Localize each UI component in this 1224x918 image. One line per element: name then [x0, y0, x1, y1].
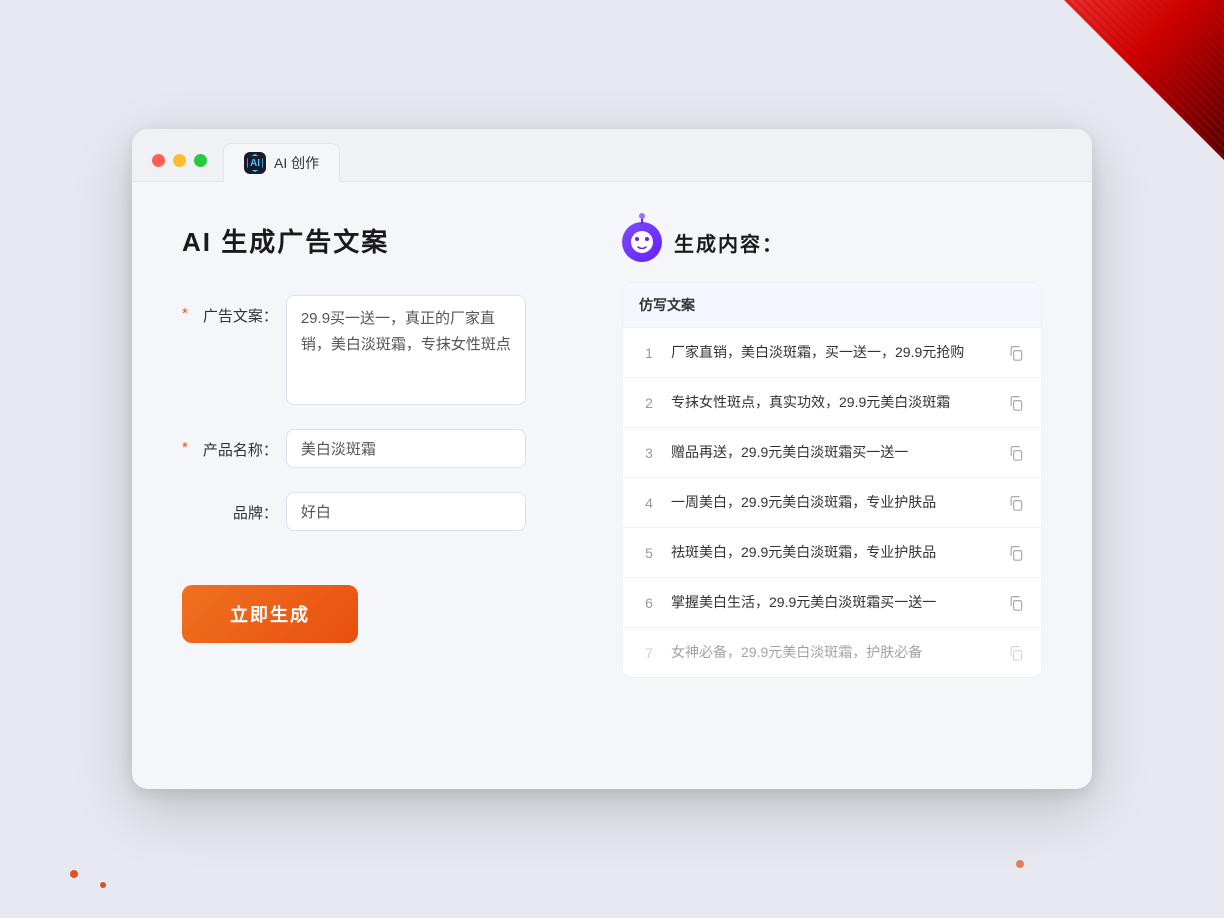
copy-icon[interactable] — [1007, 644, 1025, 662]
results-body: 1 厂家直销，美白淡斑霜，买一送一，29.9元抢购 2 专抹女性斑点，真实功效，29.… — [623, 328, 1041, 677]
result-row: 6 掌握美白生活，29.9元美白淡斑霜买一送一 — [623, 578, 1041, 628]
browser-tab[interactable]: AI AI 创作 — [223, 143, 340, 182]
result-number: 1 — [639, 345, 659, 361]
dot-decoration-3 — [1016, 860, 1024, 868]
page-title: AI 生成广告文案 — [182, 222, 562, 259]
result-row: 1 厂家直销，美白淡斑霜，买一送一，29.9元抢购 — [623, 328, 1041, 378]
maximize-button[interactable] — [194, 154, 207, 167]
result-text: 厂家直销，美白淡斑霜，买一送一，29.9元抢购 — [671, 342, 995, 363]
generate-button[interactable]: 立即生成 — [182, 585, 358, 643]
main-content: AI 生成广告文案 * 广告文案： * 产品名称： * 品牌： 立即生成 — [132, 182, 1092, 762]
copy-icon[interactable] — [1007, 394, 1025, 412]
result-row: 3 赠品再送，29.9元美白淡斑霜买一送一 — [623, 428, 1041, 478]
results-header: 仿写文案 — [623, 283, 1041, 328]
bot-antenna — [641, 216, 643, 224]
tab-icon-text: AI — [250, 158, 260, 169]
bot-icon — [622, 222, 662, 262]
ad-copy-input[interactable] — [286, 295, 526, 405]
tab-icon: AI — [244, 152, 266, 174]
result-text: 女神必备，29.9元美白淡斑霜，护肤必备 — [671, 642, 995, 663]
right-panel: 生成内容： 仿写文案 1 厂家直销，美白淡斑霜，买一送一，29.9元抢购 2 专抹女性… — [622, 222, 1042, 722]
result-number: 2 — [639, 395, 659, 411]
copy-icon[interactable] — [1007, 544, 1025, 562]
copy-icon[interactable] — [1007, 494, 1025, 512]
output-header: 生成内容： — [622, 222, 1042, 262]
result-text: 祛斑美白，29.9元美白淡斑霜，专业护肤品 — [671, 542, 995, 563]
tab-title: AI 创作 — [274, 153, 319, 173]
ad-copy-required: * — [182, 295, 188, 322]
dot-decoration-2 — [100, 882, 106, 888]
copy-icon[interactable] — [1007, 344, 1025, 362]
result-number: 5 — [639, 545, 659, 561]
title-bar: AI AI 创作 — [132, 129, 1092, 182]
product-name-row: * 产品名称： — [182, 429, 562, 468]
copy-icon[interactable] — [1007, 444, 1025, 462]
product-name-label: 产品名称： — [198, 429, 278, 460]
result-text: 专抹女性斑点，真实功效，29.9元美白淡斑霜 — [671, 392, 995, 413]
result-number: 3 — [639, 445, 659, 461]
copy-icon[interactable] — [1007, 594, 1025, 612]
brand-label: 品牌： — [198, 492, 278, 523]
minimize-button[interactable] — [173, 154, 186, 167]
window-controls — [152, 154, 207, 181]
result-number: 4 — [639, 495, 659, 511]
dot-decoration-1 — [70, 870, 78, 878]
left-panel: AI 生成广告文案 * 广告文案： * 产品名称： * 品牌： 立即生成 — [182, 222, 562, 722]
bot-face — [631, 231, 653, 253]
results-table: 仿写文案 1 厂家直销，美白淡斑霜，买一送一，29.9元抢购 2 专抹女性斑点，真实功… — [622, 282, 1042, 678]
brand-input[interactable] — [286, 492, 526, 531]
ad-copy-row: * 广告文案： — [182, 295, 562, 405]
result-row: 2 专抹女性斑点，真实功效，29.9元美白淡斑霜 — [623, 378, 1041, 428]
brand-row: * 品牌： — [182, 492, 562, 531]
result-text: 掌握美白生活，29.9元美白淡斑霜买一送一 — [671, 592, 995, 613]
output-title: 生成内容： — [674, 228, 784, 257]
result-text: 一周美白，29.9元美白淡斑霜，专业护肤品 — [671, 492, 995, 513]
result-row: 4 一周美白，29.9元美白淡斑霜，专业护肤品 — [623, 478, 1041, 528]
product-required: * — [182, 429, 188, 456]
product-name-input[interactable] — [286, 429, 526, 468]
result-row: 5 祛斑美白，29.9元美白淡斑霜，专业护肤品 — [623, 528, 1041, 578]
result-text: 赠品再送，29.9元美白淡斑霜买一送一 — [671, 442, 995, 463]
result-number: 6 — [639, 595, 659, 611]
ad-copy-label: 广告文案： — [198, 295, 278, 326]
browser-window: AI AI 创作 AI 生成广告文案 * 广告文案： * 产品名称： * — [132, 129, 1092, 789]
result-number: 7 — [639, 645, 659, 661]
close-button[interactable] — [152, 154, 165, 167]
result-row: 7 女神必备，29.9元美白淡斑霜，护肤必备 — [623, 628, 1041, 677]
